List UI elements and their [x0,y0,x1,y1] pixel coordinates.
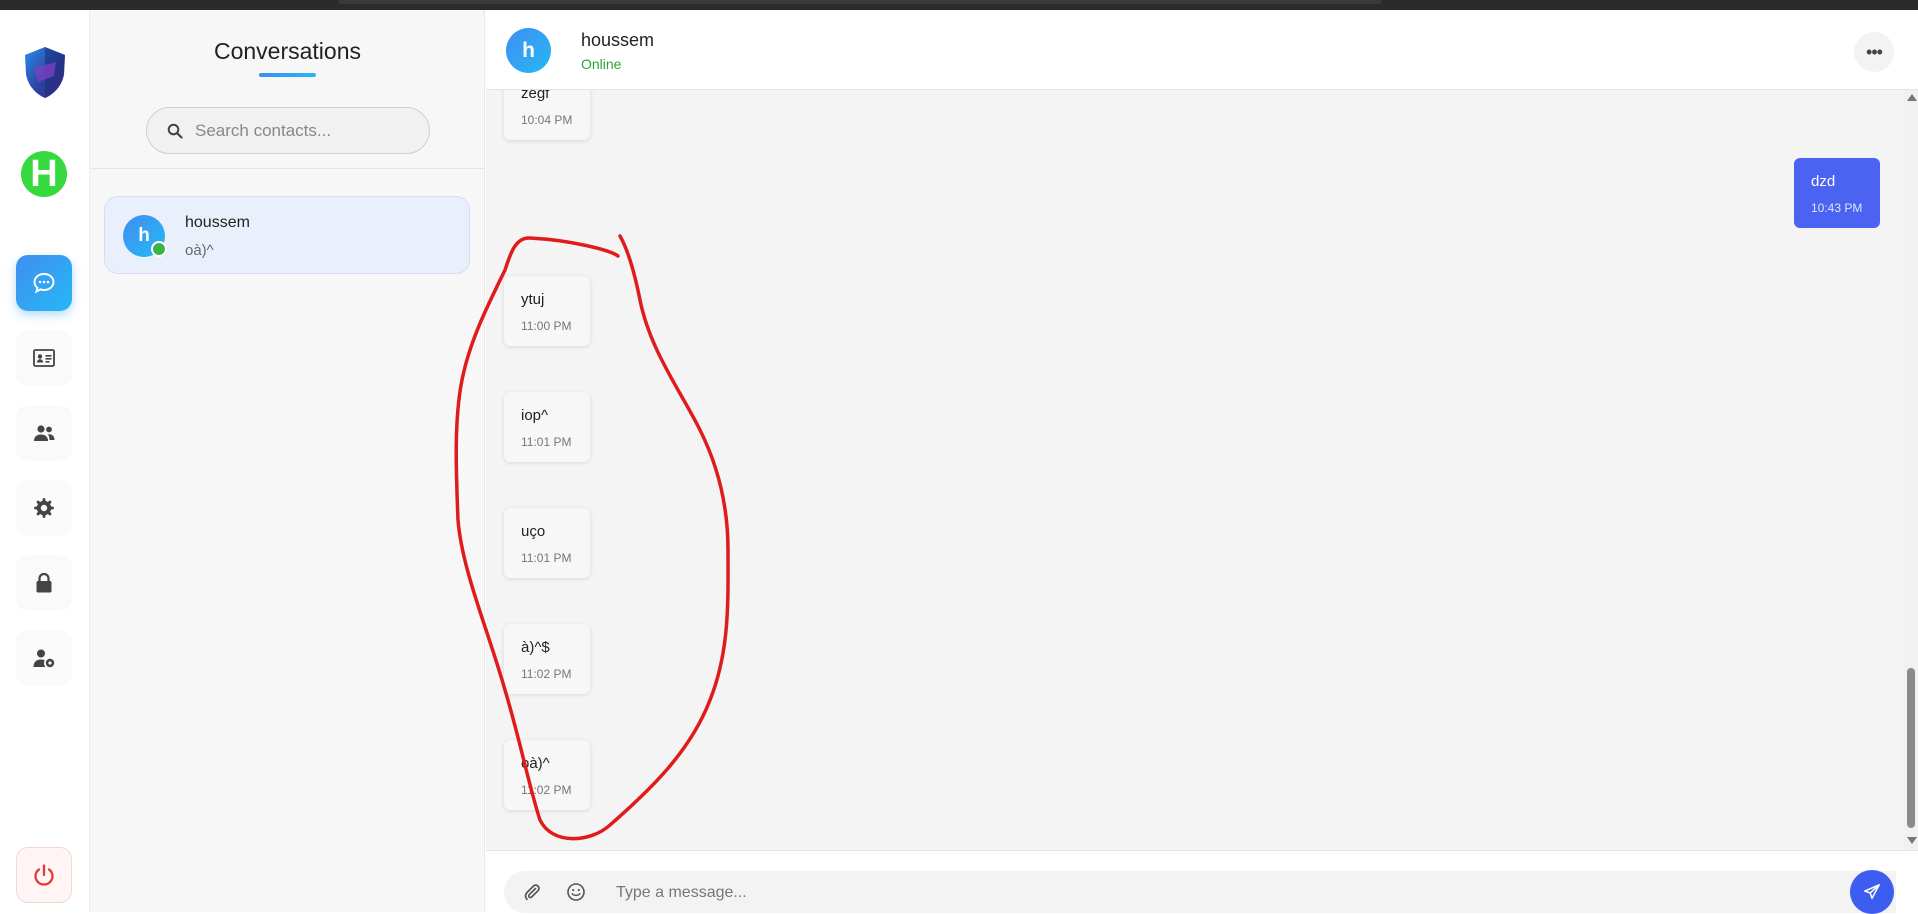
divider [90,168,485,169]
messages-area[interactable]: zegf 10:04 PM dzd 10:43 PM ytuj 11:00 PM… [486,90,1904,850]
message-outgoing: dzd 10:43 PM [1794,158,1880,228]
message-time: 11:02 PM [521,783,572,797]
message-time: 11:00 PM [521,319,572,333]
scroll-thumb[interactable] [1907,668,1915,828]
logout-button[interactable] [16,847,72,903]
message-time: 10:43 PM [1811,201,1863,215]
message-time: 11:01 PM [521,435,572,449]
browser-top-bar [0,0,1918,10]
chat-header: h houssem Online ••• [486,10,1918,90]
send-icon [1864,884,1880,900]
message-time: 11:01 PM [521,551,572,565]
users-icon [34,425,55,441]
chat-contact-status: Online [581,56,622,72]
online-status-dot [151,241,167,257]
gear-icon [34,498,54,518]
scroll-down-arrow-icon[interactable] [1907,837,1917,844]
icon-sidebar: H [0,10,90,912]
message-input[interactable] [616,881,1616,905]
contact-item-houssem[interactable]: h houssem oà)^ [104,196,470,274]
message-text: dzd [1811,173,1836,190]
user-gear-icon [33,649,55,668]
message-text: ytuj [521,291,545,308]
id-card-icon [33,349,55,367]
lock-icon [36,572,52,593]
message-incoming: uço 11:01 PM [504,508,590,578]
conversations-title: Conversations [213,38,362,64]
scroll-up-arrow-icon[interactable] [1907,94,1917,101]
power-icon [34,864,54,886]
messages-scrollbar[interactable] [1904,90,1918,850]
conversations-panel: Conversations h houssem oà)^ [90,10,485,912]
message-incoming: zegf 10:04 PM [504,90,590,140]
message-time: 10:04 PM [521,113,573,127]
message-text: à)^$ [521,639,550,656]
emoji-icon[interactable] [566,882,586,902]
sidebar-item-id-card[interactable] [16,330,72,386]
chat-contact-avatar[interactable]: h [506,28,551,73]
sidebar-item-chat[interactable] [16,255,72,311]
user-avatar[interactable]: H [21,151,67,197]
chat-bubble-icon [33,272,55,294]
message-text: oà)^ [521,755,550,772]
title-underline [259,73,316,77]
browser-tab-strip [338,0,1382,4]
message-incoming: oà)^ 11:02 PM [504,740,590,810]
message-text: uço [521,523,546,540]
search-box[interactable] [146,107,430,154]
message-incoming: iop^ 11:01 PM [504,392,590,462]
composer-area [486,850,1918,914]
sidebar-item-lock[interactable] [16,555,72,611]
message-incoming: ytuj 11:00 PM [504,276,590,346]
shield-logo-icon[interactable] [20,44,70,100]
ellipsis-icon: ••• [1866,41,1883,62]
more-options-button[interactable]: ••• [1854,32,1894,72]
paperclip-icon[interactable] [522,882,542,902]
chat-contact-name: houssem [581,30,655,50]
search-icon [167,123,183,139]
message-text: iop^ [521,407,549,424]
sidebar-item-users[interactable] [16,405,72,461]
message-text: zegf [521,90,550,102]
message-incoming: à)^$ 11:02 PM [504,624,590,694]
sidebar-item-user-settings[interactable] [16,630,72,686]
message-time: 11:02 PM [521,667,572,681]
message-composer[interactable] [504,871,1896,913]
contact-name: houssem [185,214,250,231]
contact-last-message: oà)^ [185,242,214,259]
search-input[interactable] [195,120,415,141]
send-button[interactable] [1850,870,1894,914]
sidebar-item-settings[interactable] [16,480,72,536]
